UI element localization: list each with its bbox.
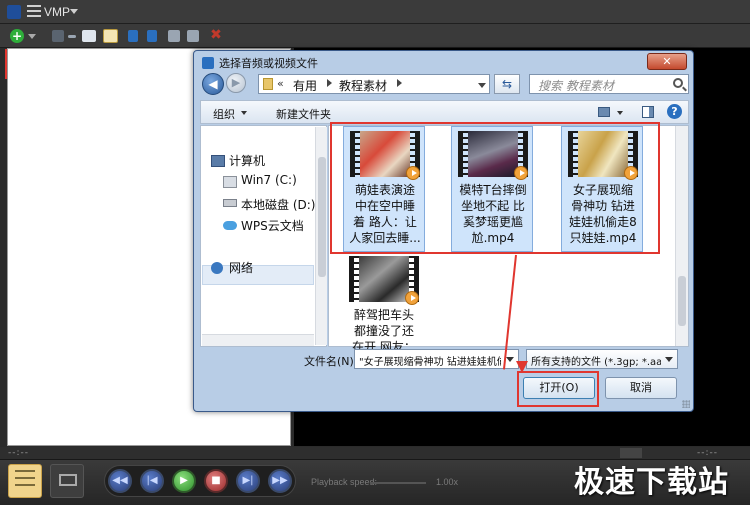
breadcrumb-separator-icon[interactable]	[327, 79, 332, 87]
network-icon	[211, 262, 223, 274]
playback-speed-slider[interactable]	[370, 482, 426, 484]
nav-item-wps-cloud[interactable]: WPS云文档	[241, 217, 304, 234]
video-thumbnail	[349, 256, 419, 305]
breadcrumb-segment[interactable]: 教程素材	[339, 77, 387, 94]
address-bar[interactable]: « 有用 教程素材	[258, 74, 490, 94]
app-toolbar: + ✖	[0, 24, 750, 79]
stop-icon[interactable]: ■	[204, 469, 228, 493]
new-folder-button[interactable]: 新建文件夹	[276, 106, 331, 122]
cancel-button[interactable]: 取消	[605, 377, 677, 399]
file-type-select[interactable]: 所有支持的文件 (*.3gp; *.aac;	[526, 349, 678, 369]
preview-pane-icon[interactable]	[642, 106, 654, 118]
nav-scroll-thumb[interactable]	[318, 157, 326, 277]
app-title: VMP	[44, 5, 71, 19]
filename-value: "女子展现缩骨神功 钻进娃娃机偷	[359, 357, 501, 368]
address-overflow[interactable]: «	[277, 77, 284, 90]
shuffle-icon[interactable]	[187, 30, 199, 42]
playback-speed-value: 1.00x	[436, 477, 459, 487]
selected-files-highlight	[330, 122, 660, 254]
nav-item-win7[interactable]: Win7 (C:)	[241, 173, 297, 187]
fast-forward-icon[interactable]: ▶▶	[268, 469, 292, 493]
watermark-logo: 极速下载站	[574, 465, 729, 500]
move-up-icon[interactable]	[128, 30, 138, 42]
app-titlebar: VMP	[0, 0, 750, 24]
navigation-pane: 计算机 Win7 (C:) 本地磁盘 (D:) WPS云文档 网络	[200, 125, 327, 347]
change-view-icon[interactable]	[598, 107, 610, 117]
fullscreen-icon[interactable]	[50, 464, 84, 498]
file-type-dropdown-icon[interactable]	[665, 357, 673, 362]
search-icon[interactable]	[673, 78, 683, 88]
disk-icon	[223, 199, 237, 207]
organize-dropdown-icon[interactable]	[241, 111, 247, 115]
computer-icon	[211, 155, 225, 167]
next-icon[interactable]: ▶|	[236, 469, 260, 493]
breadcrumb-separator-icon[interactable]	[397, 79, 402, 87]
app-menu-arrow-icon[interactable]	[70, 9, 78, 14]
nav-horizontal-scrollbar[interactable]	[202, 334, 314, 346]
add-file-icon[interactable]: +	[10, 29, 24, 43]
playback-speed-label: Playback speed:	[311, 477, 378, 487]
close-button[interactable]: ✕	[647, 53, 687, 70]
search-placeholder: 搜索 教程素材	[538, 79, 614, 93]
file-name: 醉驾把车头 都撞没了还 在开 网友：	[352, 308, 416, 354]
organize-button[interactable]: 组织	[213, 106, 235, 122]
rewind-icon[interactable]: ◀◀	[108, 469, 132, 493]
save-playlist-icon[interactable]	[52, 30, 64, 42]
play-icon[interactable]: ▶	[172, 469, 196, 493]
remove-icon[interactable]	[68, 35, 76, 38]
breadcrumb-segment[interactable]: 有用	[293, 77, 317, 94]
forward-button[interactable]: ▶	[226, 73, 246, 93]
playlist-toggle-icon[interactable]	[8, 464, 42, 498]
folder-icon	[263, 78, 273, 90]
nav-scrollbar[interactable]	[315, 127, 327, 345]
address-history-icon[interactable]	[478, 83, 486, 88]
filename-label: 文件名(N):	[304, 355, 358, 368]
cloud-icon	[223, 221, 237, 230]
elapsed-time: --:--	[8, 448, 30, 458]
file-type-value: 所有支持的文件 (*.3gp; *.aac;	[531, 357, 661, 368]
previous-icon[interactable]: |◀	[140, 469, 164, 493]
clear-icon[interactable]: ✖	[207, 27, 225, 45]
resize-grip-icon[interactable]	[682, 400, 690, 408]
add-file-dropdown-icon[interactable]	[28, 34, 36, 39]
open-button-highlight	[517, 371, 599, 407]
details-view-icon[interactable]	[103, 29, 118, 43]
file-list-scroll-thumb[interactable]	[678, 276, 686, 326]
dialog-app-icon	[202, 57, 214, 69]
view-options-dropdown-icon[interactable]	[617, 111, 623, 115]
thumbnail-image	[359, 256, 409, 302]
list-view-icon[interactable]	[82, 30, 96, 42]
video-file-icon	[405, 291, 419, 305]
move-down-icon[interactable]	[147, 30, 157, 42]
back-button[interactable]: ◀	[202, 73, 224, 95]
command-bar: 组织 新建文件夹 ?	[200, 100, 689, 124]
nav-item-local-disk[interactable]: 本地磁盘 (D:)	[241, 196, 315, 213]
menu-icon[interactable]	[27, 5, 41, 19]
search-input[interactable]: 搜索 教程素材	[529, 74, 689, 94]
file-list-scrollbar[interactable]	[675, 126, 688, 346]
filename-dropdown-icon[interactable]	[506, 357, 514, 362]
repeat-icon[interactable]	[168, 30, 180, 42]
dialog-title: 选择音频或视频文件	[219, 57, 318, 70]
windows-drive-icon	[223, 176, 237, 188]
app-logo-icon	[7, 5, 21, 19]
help-icon[interactable]: ?	[667, 104, 682, 119]
filename-input[interactable]: "女子展现缩骨神功 钻进娃娃机偷	[354, 349, 519, 369]
nav-item-computer[interactable]: 计算机	[229, 152, 265, 169]
refresh-button[interactable]: ⇆	[494, 74, 520, 94]
nav-item-network[interactable]: 网络	[229, 259, 253, 276]
